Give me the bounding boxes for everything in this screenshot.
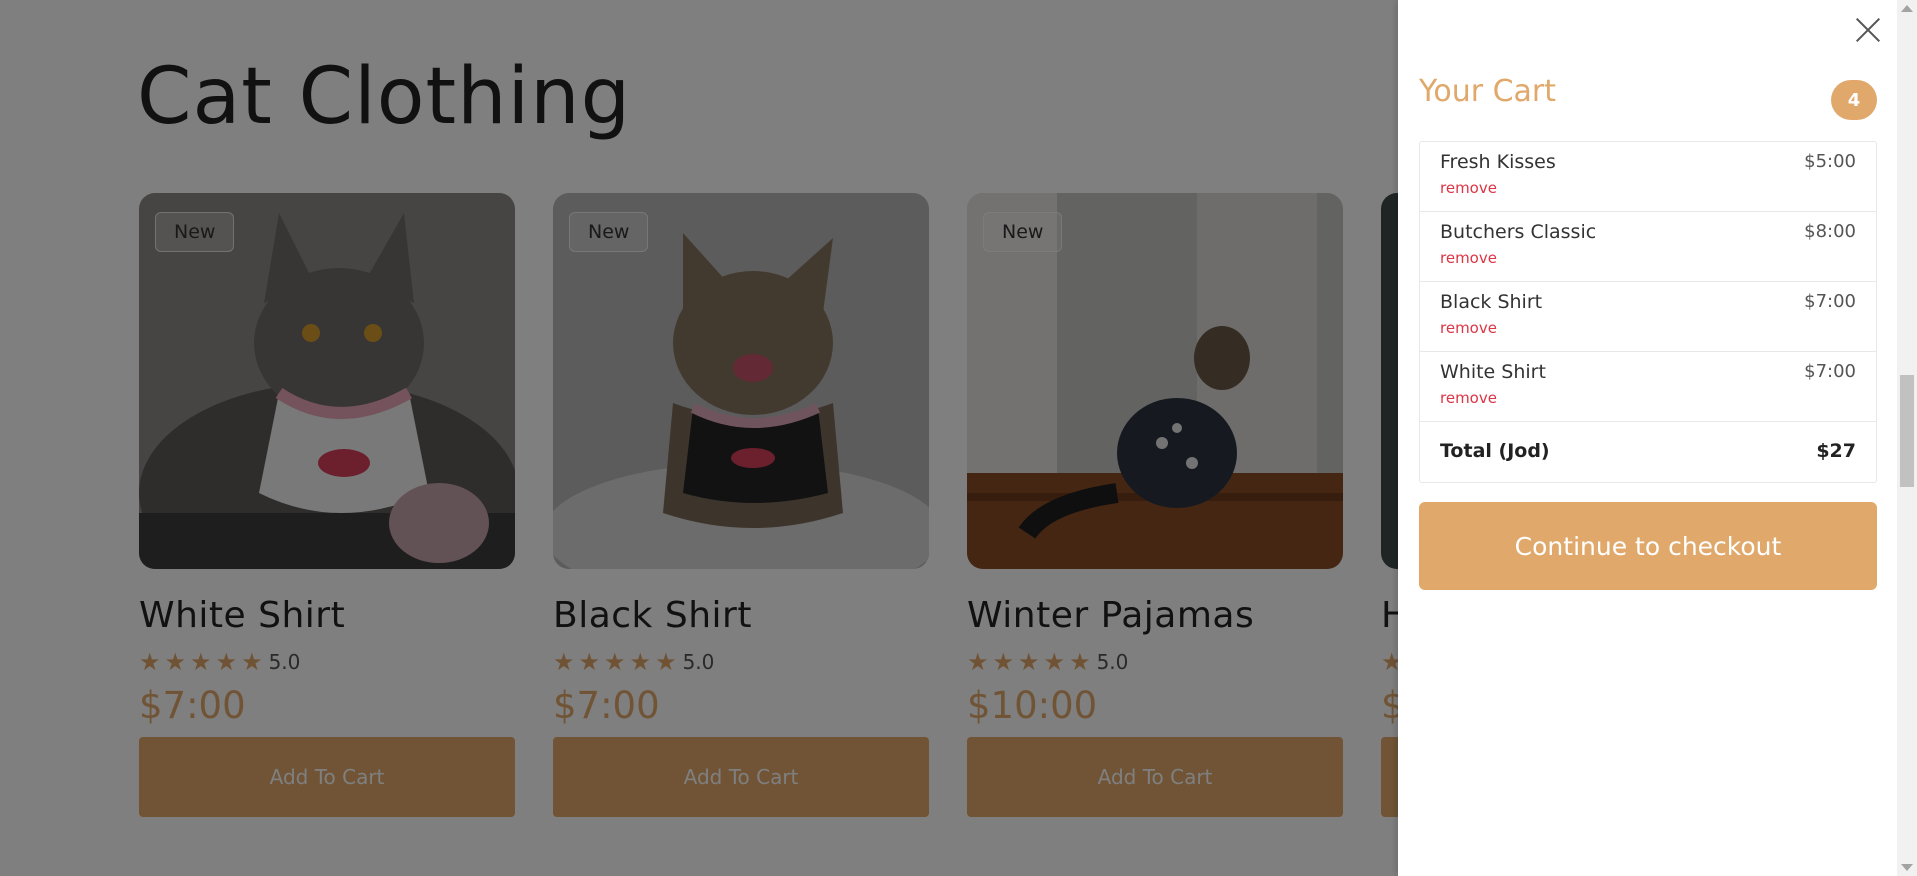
- remove-link[interactable]: remove: [1440, 179, 1497, 197]
- scroll-down-icon[interactable]: [1901, 864, 1913, 871]
- remove-link[interactable]: remove: [1440, 319, 1497, 337]
- cart-item-name: White Shirt: [1440, 361, 1546, 383]
- cart-title: Your Cart: [1419, 74, 1557, 109]
- remove-link[interactable]: remove: [1440, 389, 1497, 407]
- cart-item-price: $7:00: [1804, 291, 1856, 312]
- total-label: Total (Jod): [1440, 440, 1550, 462]
- cart-item: White Shirt $7:00 remove: [1420, 352, 1876, 422]
- cart-item: Fresh Kisses $5:00 remove: [1420, 142, 1876, 212]
- cart-item-name: Fresh Kisses: [1440, 151, 1556, 173]
- cart-count-badge: 4: [1831, 80, 1877, 120]
- page-scrollbar[interactable]: [1897, 0, 1917, 876]
- cart-item-name: Butchers Classic: [1440, 221, 1597, 243]
- checkout-button[interactable]: Continue to checkout: [1419, 502, 1877, 590]
- cart-item: Black Shirt $7:00 remove: [1420, 282, 1876, 352]
- close-icon[interactable]: [1852, 14, 1884, 46]
- scroll-thumb[interactable]: [1900, 375, 1914, 487]
- cart-drawer: Your Cart 4 Fresh Kisses $5:00 remove Bu…: [1398, 0, 1897, 876]
- cart-item-price: $5:00: [1804, 151, 1856, 172]
- scroll-up-icon[interactable]: [1901, 5, 1913, 12]
- cart-item-name: Black Shirt: [1440, 291, 1543, 313]
- total-value: $27: [1816, 440, 1856, 462]
- cart-item-price: $7:00: [1804, 361, 1856, 382]
- remove-link[interactable]: remove: [1440, 249, 1497, 267]
- cart-item-price: $8:00: [1804, 221, 1856, 242]
- cart-item: Butchers Classic $8:00 remove: [1420, 212, 1876, 282]
- cart-total-row: Total (Jod) $27: [1420, 422, 1876, 482]
- cart-item-list: Fresh Kisses $5:00 remove Butchers Class…: [1419, 141, 1877, 483]
